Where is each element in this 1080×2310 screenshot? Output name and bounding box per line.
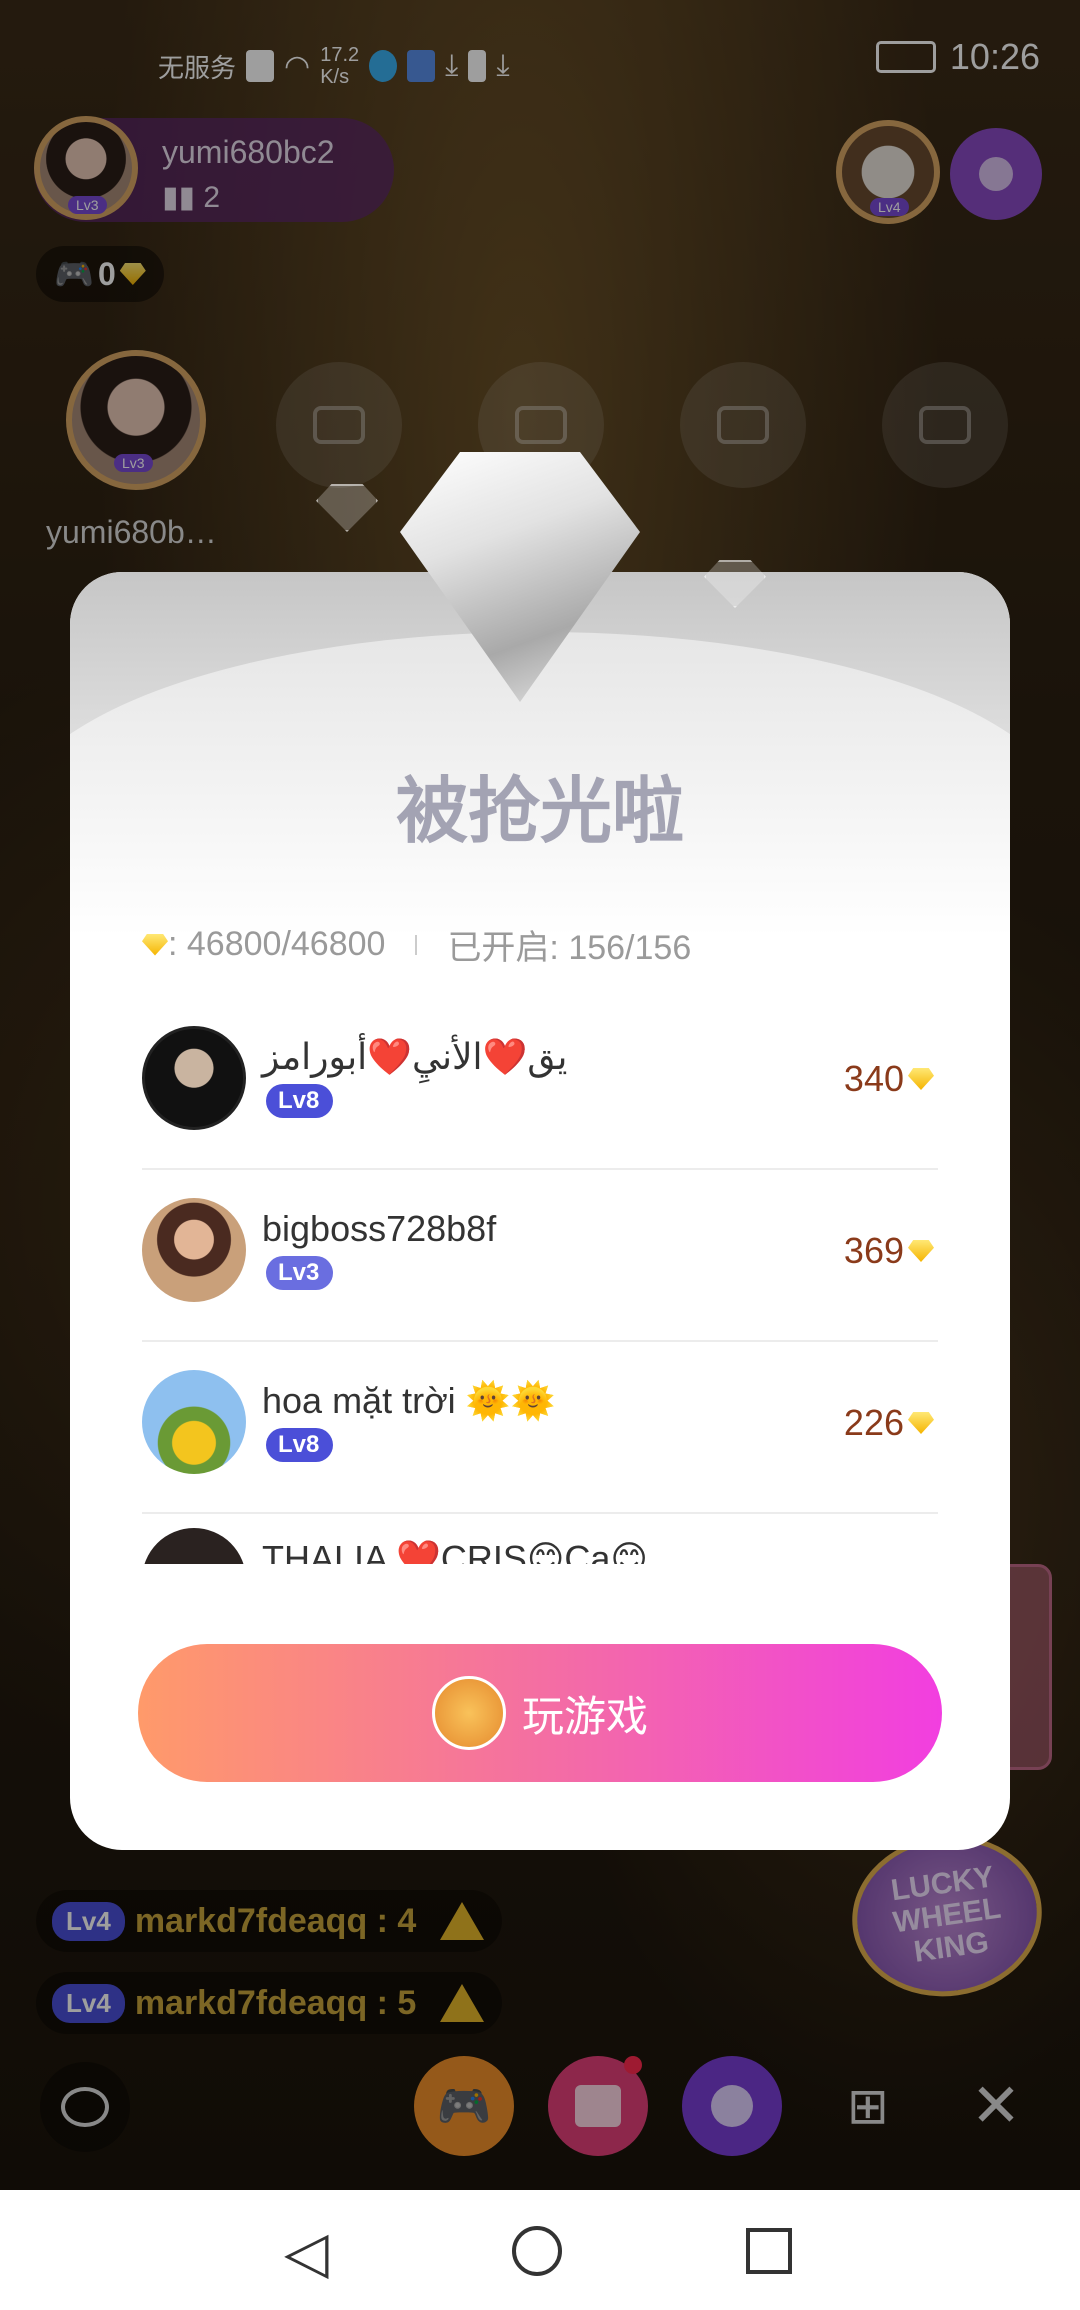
- race-car-icon: [431, 1676, 506, 1750]
- avatar[interactable]: [142, 1026, 246, 1130]
- diamond-icon: [142, 933, 168, 956]
- red-packet-result-dialog: 被抢光啦 : 46800/46800 已开启: 156/156 يق❤️الأن…: [70, 572, 1010, 1850]
- level-badge: Lv8: [266, 1084, 334, 1118]
- level-badge: Lv3: [266, 1256, 334, 1290]
- recents-icon[interactable]: [746, 2228, 792, 2274]
- back-icon[interactable]: ◁: [284, 2218, 329, 2286]
- list-item[interactable]: hoa mặt trời 🌞🌞 Lv8 226: [142, 1340, 938, 1514]
- level-badge: Lv8: [266, 1428, 334, 1462]
- user-name: bigboss728b8f: [262, 1208, 497, 1249]
- user-name: hoa mặt trời 🌞🌞: [262, 1380, 556, 1421]
- dialog-title: 被抢光啦: [395, 772, 684, 852]
- list-item[interactable]: THALIA ❤️CRIS😊Ca😊: [142, 1512, 938, 1564]
- avatar[interactable]: [142, 1198, 246, 1302]
- diamonds-stat: : 46800/46800: [168, 925, 386, 963]
- list-item[interactable]: bigboss728b8f Lv3 369: [142, 1168, 938, 1342]
- play-game-button[interactable]: 玩游戏: [138, 1644, 942, 1782]
- avatar[interactable]: [142, 1370, 246, 1474]
- opened-stat: 已开启: 156/156: [447, 929, 692, 967]
- play-game-label: 玩游戏: [521, 1692, 648, 1740]
- stats-divider: [415, 934, 418, 955]
- diamond-icon: [908, 1412, 934, 1434]
- diamond-icon: [908, 1068, 934, 1090]
- user-name: يق❤️الأنيِ❤️أبورامز: [262, 1036, 568, 1077]
- diamond-amount: 369: [844, 1230, 934, 1272]
- diamond-amount: 340: [844, 1058, 934, 1100]
- diamond-amount: 226: [844, 1402, 934, 1444]
- diamond-icon: [908, 1240, 934, 1262]
- avatar[interactable]: [142, 1528, 246, 1564]
- home-icon[interactable]: [512, 2226, 562, 2276]
- user-name: THALIA ❤️CRIS😊Ca😊: [262, 1538, 648, 1564]
- list-item[interactable]: يق❤️الأنيِ❤️أبورامز Lv8 340: [142, 996, 938, 1170]
- packet-stats: : 46800/46800 已开启: 156/156: [142, 920, 691, 969]
- system-navigation-bar: ◁: [0, 2190, 1080, 2310]
